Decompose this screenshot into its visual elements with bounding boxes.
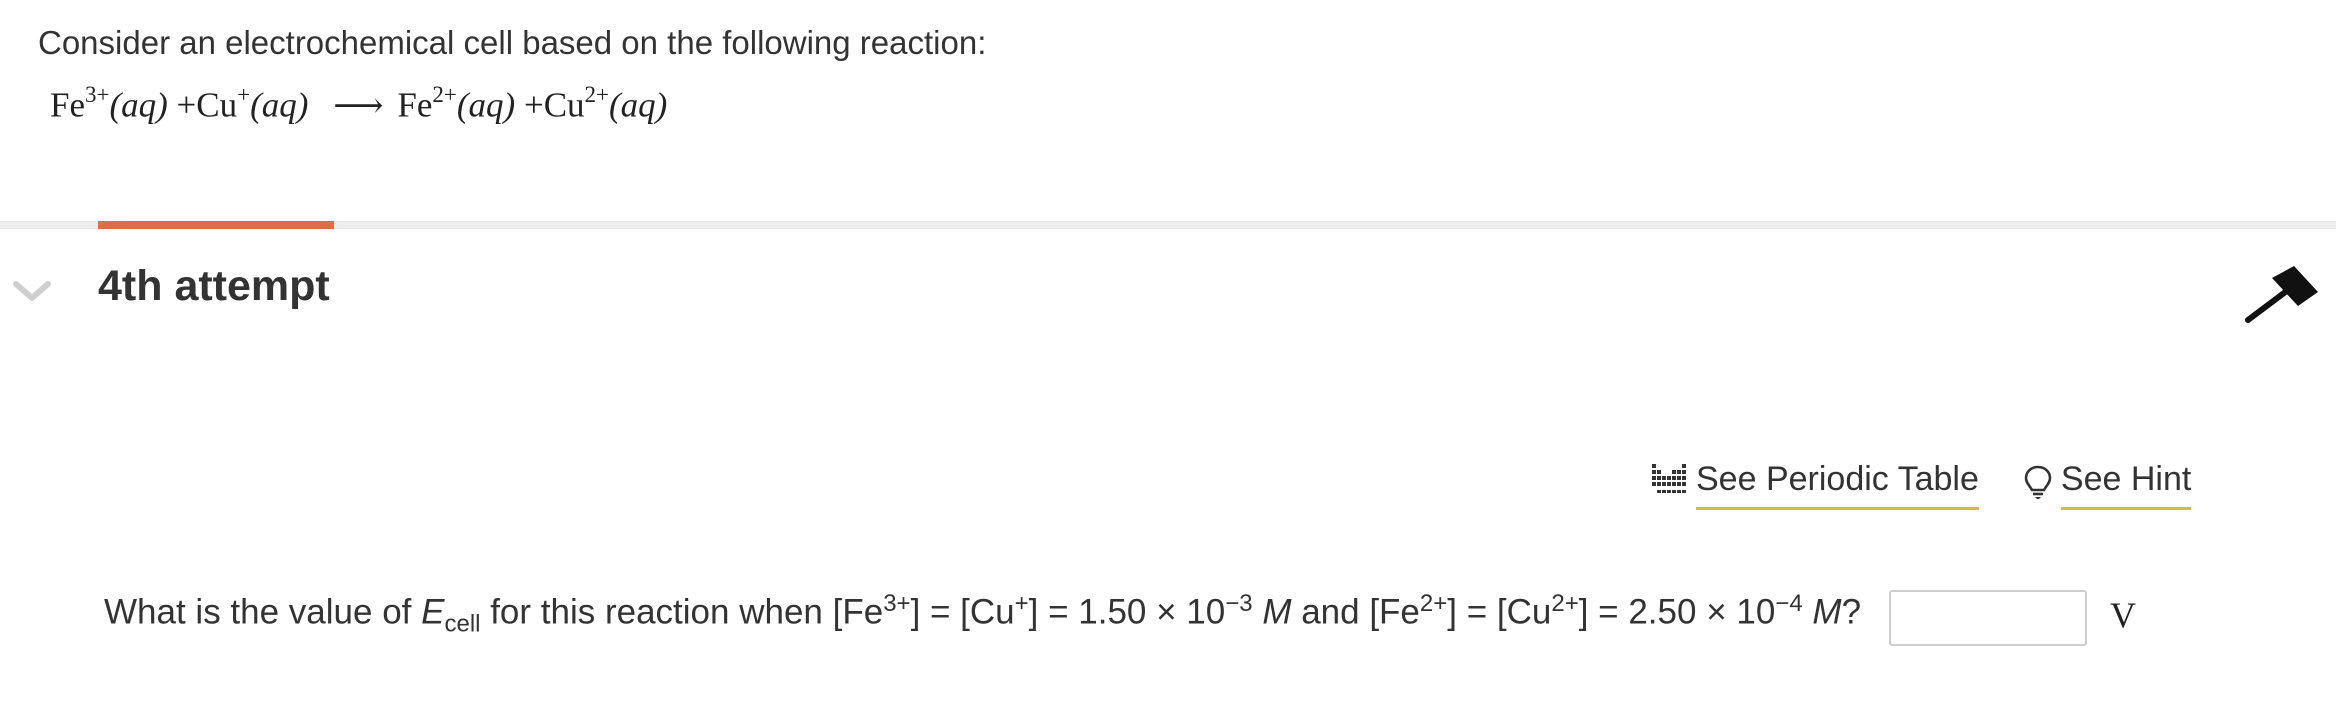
question-part: ] = [Cu [1447,592,1552,632]
plus-sign: + [176,85,197,125]
molar-unit: M [1812,592,1842,632]
reactant-fe-charge: 3+ [85,82,110,107]
periodic-table-icon [1652,464,1686,493]
see-hint-label: See Hint [2060,460,2192,510]
problem-intro: Consider an electrochemical cell based o… [38,24,987,61]
exponent-1: −3 [1225,590,1253,617]
cu2-charge: 2+ [1551,590,1579,617]
cell-subscript: cell [444,610,481,638]
answer-input[interactable] [1889,590,2087,646]
answer-unit: V [2110,595,2136,635]
see-hint-link[interactable]: See Hint [2023,460,2192,510]
chevron-down-icon[interactable] [12,276,52,306]
exponent-2: −4 [1775,590,1803,617]
cu1-charge: + [1014,590,1029,617]
product-cu-charge: 2+ [584,82,610,107]
section-divider [0,221,2336,229]
pin-icon[interactable] [2242,262,2324,328]
question-text: What is the value of Ecell for this reac… [104,590,1861,639]
see-periodic-table-label: See Periodic Table [1696,460,1979,510]
reaction-equation: Fe3+(aq) +Cu+(aq) ⟶ Fe2+(aq) +Cu2+(aq) [50,82,668,126]
question-part: and [Fe [1291,592,1420,632]
reactant-fe: Fe [50,85,85,125]
lightbulb-icon [2024,465,2052,499]
question-part: What is the value of [104,592,422,632]
tools-bar: See Periodic Table See Hint [1652,460,2192,520]
reactant-cu-state: (aq) [250,85,309,125]
product-cu: Cu [543,85,585,125]
question-part: ? [1841,592,1862,632]
attempt-progress-bar [98,221,334,229]
plus-sign: + [523,85,544,125]
product-fe-state: (aq) [456,85,516,125]
attempt-title: 4th attempt [98,262,330,310]
question-part: ] = [Cu [910,592,1015,632]
reactant-cu-charge: + [237,82,251,107]
question-part: for this reaction when [Fe [480,592,884,632]
question-part: ] = 1.50 × 10 [1028,592,1226,632]
fe2-charge: 2+ [1419,590,1448,617]
product-cu-state: (aq) [609,85,668,125]
reactant-cu: Cu [196,85,238,125]
molar-unit: M [1262,592,1292,632]
question-part: ] = 2.50 × 10 [1578,592,1776,632]
e-symbol: E [421,592,445,632]
reaction-arrow: ⟶ [333,85,384,125]
see-periodic-table-link[interactable]: See Periodic Table [1652,460,1979,510]
product-fe-charge: 2+ [432,82,457,107]
reactant-fe-state: (aq) [109,85,168,125]
fe3-charge: 3+ [883,590,911,617]
product-fe: Fe [397,85,433,125]
